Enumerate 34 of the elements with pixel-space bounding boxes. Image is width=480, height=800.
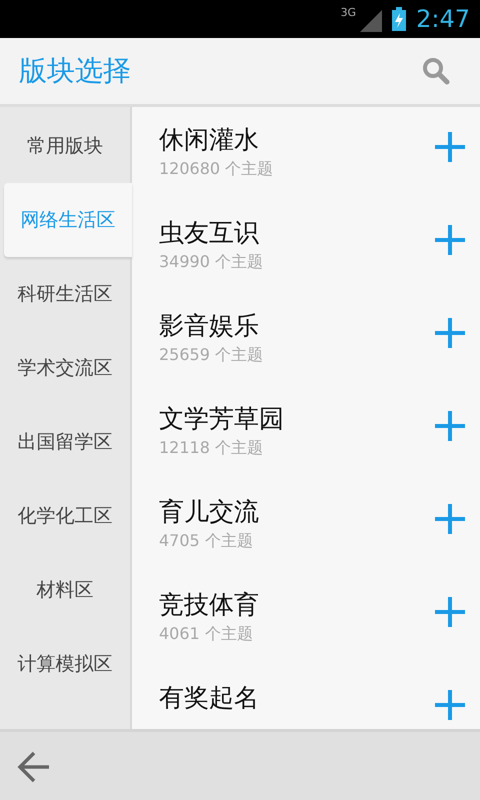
board-name: 竞技体育 <box>159 589 259 621</box>
add-icon[interactable] <box>434 131 466 163</box>
category-tab[interactable]: 常用版块 <box>0 109 130 183</box>
topic-count: 120680 个主题 <box>159 159 274 180</box>
category-tab[interactable]: 计算模拟区 <box>0 627 130 701</box>
topic-count: 4061 个主题 <box>159 624 254 645</box>
topic-count: 12118 个主题 <box>159 438 264 459</box>
category-tab[interactable]: 材料区 <box>0 553 130 627</box>
topic-count: 25659 个主题 <box>159 345 263 366</box>
clock-time: 2:47 <box>416 5 470 33</box>
category-tab[interactable]: 学术交流区 <box>0 331 130 405</box>
add-icon[interactable] <box>434 689 466 721</box>
add-icon[interactable] <box>434 317 466 349</box>
board-name: 文学芳草园 <box>159 403 284 435</box>
board-name: 影音娱乐 <box>159 310 260 342</box>
board-name: 育儿交流 <box>159 496 259 528</box>
signal-icon <box>360 10 382 32</box>
add-icon[interactable] <box>434 503 466 535</box>
add-icon[interactable] <box>434 224 466 256</box>
topic-count: 34990 个主题 <box>159 252 263 273</box>
screen-title: 版块选择 <box>19 53 131 89</box>
search-icon[interactable] <box>422 57 450 85</box>
battery-icon <box>392 7 406 31</box>
add-icon[interactable] <box>434 596 466 628</box>
add-icon[interactable] <box>434 410 466 442</box>
back-arrow-icon[interactable] <box>17 750 51 784</box>
board-name: 有奖起名 <box>159 682 259 714</box>
topic-count: 4705 个主题 <box>159 531 254 552</box>
category-tab[interactable]: 出国留学区 <box>0 405 130 479</box>
category-tab[interactable]: 化学化工区 <box>0 479 130 553</box>
board-name: 休闲灌水 <box>159 124 260 156</box>
network-type: 3G <box>340 6 356 19</box>
category-tab[interactable]: 科研生活区 <box>0 257 130 331</box>
board-name: 虫友互识 <box>159 217 260 249</box>
